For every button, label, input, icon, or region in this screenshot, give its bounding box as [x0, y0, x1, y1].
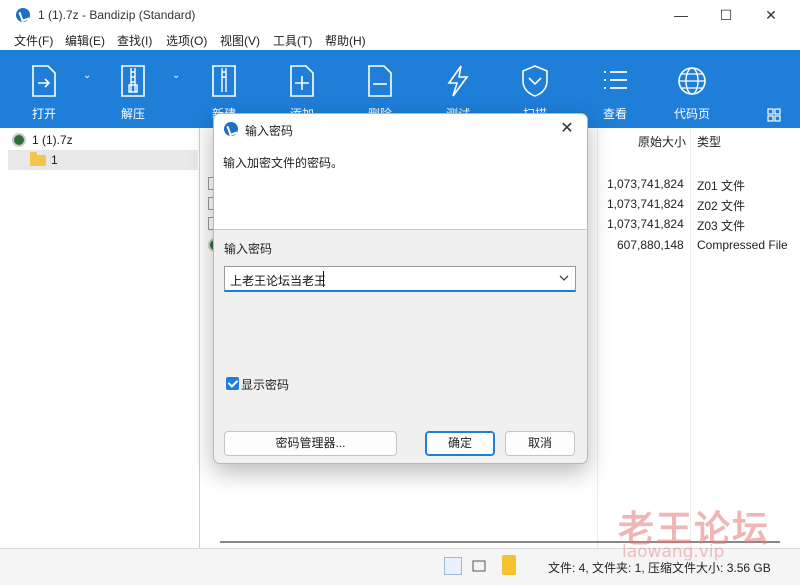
window-title: 1 (1).7z - Bandizip (Standard) [38, 8, 196, 22]
dialog-prompt-area: 输入加密文件的密码。 [214, 144, 587, 230]
column-divider [597, 128, 598, 548]
new-archive-icon [212, 65, 236, 97]
show-password-label[interactable]: 显示密码 [241, 376, 289, 393]
view-label: 查看 [602, 107, 627, 121]
test-icon [447, 65, 469, 97]
password-value: 上老王论坛当老王 [230, 274, 327, 288]
file-size: 607,880,148 [617, 238, 684, 252]
menu-bar: 文件(F) 编辑(E) 查找(I) 选项(O) 视图(V) 工具(T) 帮助(H… [0, 30, 800, 50]
tree-folder-label: 1 [51, 153, 58, 167]
codepage-button[interactable]: 代码页 [662, 50, 722, 128]
password-label: 输入密码 [224, 242, 273, 256]
file-type: Z02 文件 [697, 199, 746, 213]
file-size: 1,073,741,824 [607, 197, 684, 211]
archive-icon [12, 133, 26, 147]
delete-icon [368, 65, 392, 97]
view-icon [604, 71, 627, 89]
menu-options[interactable]: 选项(O) [166, 32, 207, 49]
tree-archive-label: 1 (1).7z [32, 133, 73, 147]
column-divider [690, 128, 691, 548]
extract-dropdown-chevron-icon[interactable]: ⌄ [172, 70, 180, 81]
password-dialog: 输入密码 ✕ 输入加密文件的密码。 输入密码 上老王论坛当老王 显示密码 密码管… [213, 113, 588, 464]
tree-item-archive[interactable]: 1 (1).7z [8, 130, 198, 150]
dialog-close-icon[interactable]: ✕ [557, 119, 577, 139]
menu-tools[interactable]: 工具(T) [273, 32, 312, 49]
open-button[interactable]: 打开 [14, 50, 74, 128]
file-size: 1,073,741,824 [607, 217, 684, 231]
menu-view[interactable]: 视图(V) [220, 32, 260, 49]
maximize-button[interactable]: ☐ [703, 0, 749, 30]
menu-help[interactable]: 帮助(H) [325, 32, 366, 49]
extract-button[interactable]: 解压 [103, 50, 163, 128]
file-type: Z01 文件 [697, 179, 746, 193]
column-header-original-size[interactable]: 原始大小 [638, 133, 686, 150]
list-view-icon[interactable] [470, 557, 488, 575]
add-icon [290, 65, 314, 97]
dialog-title-bar: 输入密码 ✕ [214, 114, 587, 144]
folder-tree: 1 (1).7z 1 [8, 128, 200, 548]
password-manager-button[interactable]: 密码管理器... [224, 431, 397, 456]
column-header-type[interactable]: 类型 [697, 133, 721, 150]
extract-label: 解压 [120, 107, 145, 121]
close-button[interactable]: ✕ [748, 0, 794, 30]
dialog-prompt: 输入加密文件的密码。 [223, 156, 344, 170]
title-bar: 1 (1).7z - Bandizip (Standard) — ☐ ✕ [0, 0, 800, 30]
folder-icon [30, 152, 46, 166]
text-caret [323, 271, 324, 287]
file-type: Z03 文件 [697, 219, 746, 233]
menu-file[interactable]: 文件(F) [14, 32, 53, 49]
open-label: 打开 [31, 107, 56, 121]
scan-icon [522, 65, 548, 97]
password-input[interactable]: 上老王论坛当老王 [224, 266, 576, 292]
view-button[interactable]: 查看 [585, 50, 645, 128]
details-view-icon[interactable] [444, 557, 462, 575]
open-icon [32, 65, 56, 97]
ok-button[interactable]: 确定 [425, 431, 495, 456]
bandizip-logo-icon [16, 8, 30, 22]
bandizip-logo-icon [224, 122, 238, 136]
memo-icon[interactable] [502, 555, 516, 575]
tree-item-folder[interactable]: 1 [8, 150, 198, 170]
show-password-checkbox[interactable] [226, 377, 239, 390]
menu-edit[interactable]: 编辑(E) [65, 32, 105, 49]
chevron-down-icon[interactable] [557, 271, 571, 285]
file-size: 1,073,741,824 [607, 177, 684, 191]
cancel-button[interactable]: 取消 [505, 431, 575, 456]
extract-icon [121, 65, 145, 97]
file-type: Compressed File [697, 238, 788, 252]
minimize-button[interactable]: — [658, 0, 704, 30]
menu-find[interactable]: 查找(I) [117, 32, 152, 49]
dialog-title: 输入密码 [245, 124, 294, 138]
codepage-label: 代码页 [673, 107, 710, 121]
codepage-icon [678, 67, 706, 95]
watermark-url: laowang.vip [622, 542, 725, 562]
layout-grid-icon[interactable] [767, 108, 781, 122]
open-dropdown-chevron-icon[interactable]: ⌄ [83, 70, 91, 81]
